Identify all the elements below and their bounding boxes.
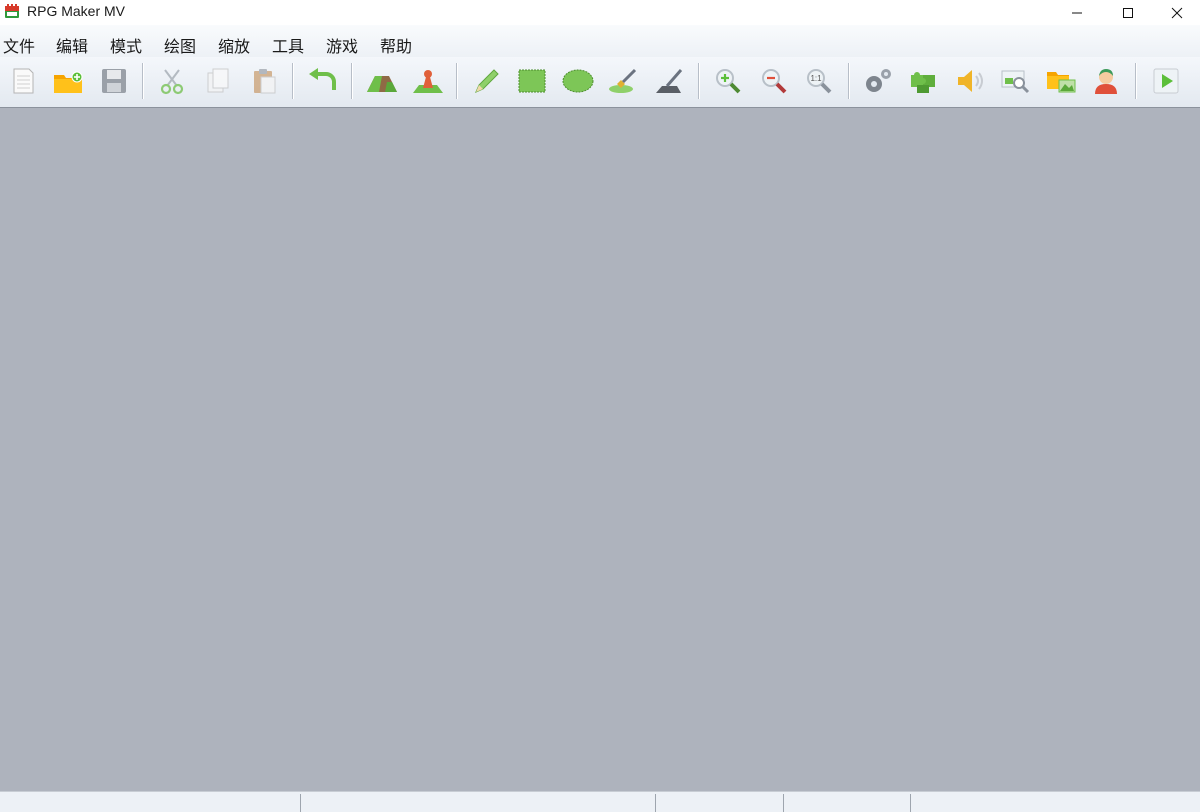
event-searcher-icon xyxy=(1001,70,1030,94)
minimize-icon xyxy=(1072,12,1082,13)
toolbar-separator xyxy=(351,63,353,99)
menu-file[interactable]: 文件 xyxy=(3,33,35,57)
sound-test-icon xyxy=(958,70,983,92)
zoom-actual-size-label: 1:1 xyxy=(810,74,822,83)
save-project-icon xyxy=(102,69,126,93)
minimize-button[interactable] xyxy=(1054,0,1100,25)
copy-button[interactable] xyxy=(199,62,237,100)
pencil-button[interactable] xyxy=(467,62,505,100)
open-project-icon xyxy=(54,71,83,93)
rectangle-icon xyxy=(518,69,546,93)
pencil-icon xyxy=(475,69,499,93)
ellipse-button[interactable] xyxy=(559,62,597,100)
save-project-button[interactable] xyxy=(95,62,133,100)
toolbar-separator xyxy=(698,63,700,99)
sound-test-button[interactable] xyxy=(951,62,989,100)
status-bar xyxy=(0,791,1200,812)
event-searcher-button[interactable] xyxy=(996,62,1034,100)
window-title: RPG Maker MV xyxy=(27,3,126,19)
undo-icon xyxy=(309,68,336,90)
menu-draw[interactable]: 绘图 xyxy=(164,33,196,57)
zoom-in-button[interactable] xyxy=(709,62,747,100)
map-workspace xyxy=(0,108,1200,791)
copy-icon xyxy=(207,68,229,93)
resource-manager-icon xyxy=(1047,72,1076,93)
ellipse-icon xyxy=(562,69,594,93)
toolbar: 1:1 xyxy=(0,57,1200,108)
paste-icon xyxy=(254,69,276,94)
zoom-out-icon xyxy=(762,69,787,94)
playtest-button[interactable] xyxy=(1147,62,1185,100)
toolbar-separator xyxy=(142,63,144,99)
menu-edit[interactable]: 编辑 xyxy=(56,33,88,57)
event-mode-icon xyxy=(413,70,443,93)
database-icon xyxy=(866,69,891,92)
character-generator-icon xyxy=(1095,69,1117,94)
menu-scale[interactable]: 缩放 xyxy=(218,33,250,57)
menu-mode[interactable]: 模式 xyxy=(110,33,142,57)
database-button[interactable] xyxy=(859,62,897,100)
menu-tools[interactable]: 工具 xyxy=(272,33,304,57)
plugin-manager-button[interactable] xyxy=(905,62,943,100)
undo-button[interactable] xyxy=(303,62,341,100)
close-icon xyxy=(1171,7,1183,18)
toolbar-separator xyxy=(1135,63,1137,99)
maximize-icon xyxy=(1123,7,1133,18)
rpg-maker-app-icon xyxy=(5,4,19,18)
close-button[interactable] xyxy=(1154,0,1200,25)
open-project-button[interactable] xyxy=(49,62,87,100)
zoom-out-button[interactable] xyxy=(755,62,793,100)
new-project-icon xyxy=(13,68,34,94)
cut-icon xyxy=(160,69,184,95)
status-divider xyxy=(910,794,911,812)
status-divider xyxy=(783,794,784,812)
zoom-actual-size-icon: 1:1 xyxy=(807,69,832,94)
status-divider xyxy=(655,794,656,812)
shadow-pen-button[interactable] xyxy=(650,62,688,100)
shadow-pen-icon xyxy=(656,69,683,93)
zoom-actual-size-button[interactable]: 1:1 xyxy=(800,62,838,100)
title-bar: RPG Maker MV xyxy=(0,0,1200,25)
event-mode-button[interactable] xyxy=(409,62,447,100)
resource-manager-button[interactable] xyxy=(1042,62,1080,100)
new-project-button[interactable] xyxy=(4,62,42,100)
character-generator-button[interactable] xyxy=(1087,62,1125,100)
maximize-button[interactable] xyxy=(1105,0,1151,25)
menu-help[interactable]: 帮助 xyxy=(380,33,412,57)
paste-button[interactable] xyxy=(245,62,283,100)
menu-bar: 文件 编辑 模式 绘图 缩放 工具 游戏 帮助 xyxy=(0,25,1200,57)
menu-game[interactable]: 游戏 xyxy=(326,33,358,57)
flood-fill-button[interactable] xyxy=(604,62,642,100)
cut-button[interactable] xyxy=(153,62,191,100)
flood-fill-icon xyxy=(609,68,637,93)
rectangle-button[interactable] xyxy=(513,62,551,100)
map-mode-icon xyxy=(367,76,397,92)
playtest-icon xyxy=(1153,68,1179,94)
map-mode-button[interactable] xyxy=(363,62,401,100)
toolbar-separator xyxy=(292,63,294,99)
zoom-in-icon xyxy=(716,69,741,94)
plugin-manager-icon xyxy=(911,72,935,93)
toolbar-separator xyxy=(848,63,850,99)
toolbar-separator xyxy=(456,63,458,99)
status-divider xyxy=(300,794,301,812)
